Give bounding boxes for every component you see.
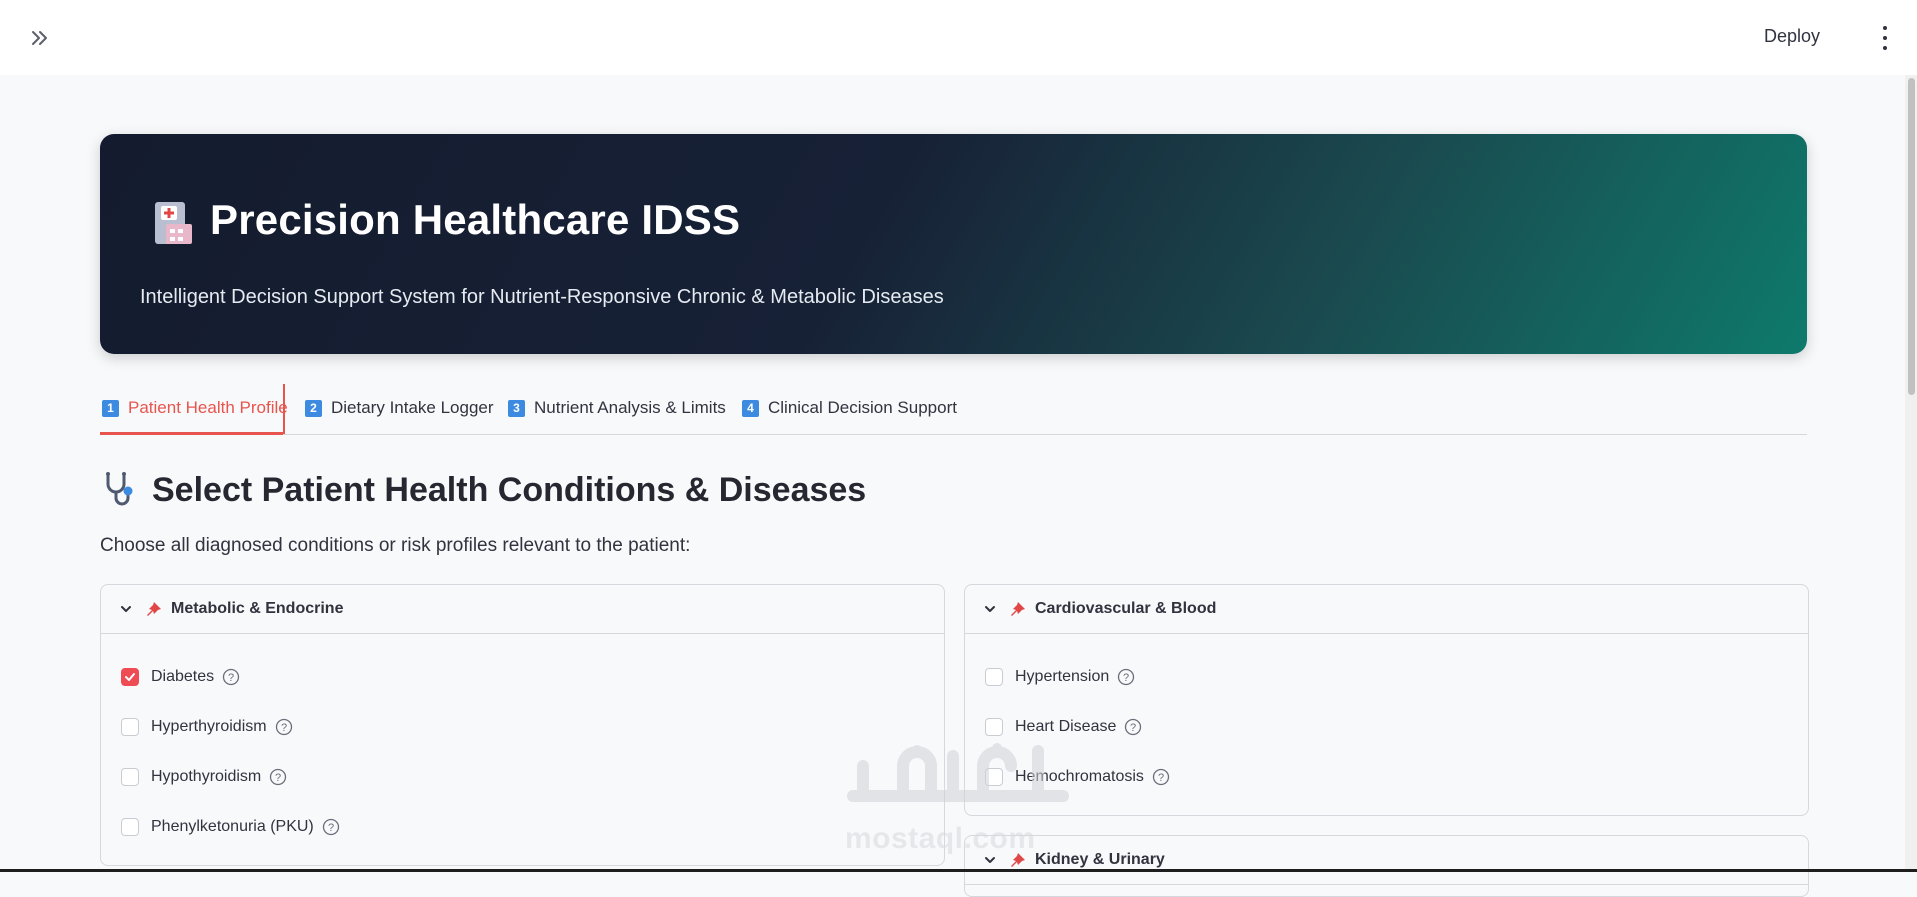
option-label: Phenylketonuria (PKU) bbox=[151, 818, 314, 835]
tab-number-badge: 1 bbox=[102, 399, 119, 417]
svg-text:?: ? bbox=[1158, 772, 1164, 784]
watermark-text: mostaql.com bbox=[845, 822, 1036, 855]
main-menu-kebab-icon[interactable] bbox=[1879, 26, 1891, 50]
tab-number-badge: 3 bbox=[508, 399, 525, 417]
section-description: Choose all diagnosed conditions or risk … bbox=[100, 535, 691, 556]
help-question-icon[interactable]: ? bbox=[269, 768, 287, 786]
tab-number-badge: 4 bbox=[742, 399, 759, 417]
option-hypothyroidism: Hypothyroidism ? bbox=[121, 768, 287, 786]
tab-label: Clinical Decision Support bbox=[768, 398, 957, 417]
tab-label: Dietary Intake Logger bbox=[331, 398, 494, 417]
checkbox-hyperthyroidism[interactable] bbox=[121, 718, 139, 736]
help-question-icon[interactable]: ? bbox=[322, 818, 340, 836]
active-tab-indicator bbox=[100, 432, 283, 435]
help-question-icon[interactable]: ? bbox=[275, 718, 293, 736]
section-title-text: Select Patient Health Conditions & Disea… bbox=[152, 470, 867, 509]
pushpin-icon bbox=[1011, 602, 1025, 616]
svg-text:?: ? bbox=[275, 772, 281, 784]
help-question-icon[interactable]: ? bbox=[222, 668, 240, 686]
panel-cardiovascular-blood: Cardiovascular & Blood Hypertension ? He… bbox=[964, 584, 1809, 816]
option-heart-disease: Heart Disease ? bbox=[985, 718, 1142, 736]
tab-dietary-intake-logger[interactable]: 2 Dietary Intake Logger bbox=[305, 382, 494, 434]
svg-text:?: ? bbox=[281, 722, 287, 734]
option-label: Heart Disease bbox=[1015, 718, 1117, 735]
option-hyperthyroidism: Hyperthyroidism ? bbox=[121, 718, 293, 736]
panel-kidney-urinary: Kidney & Urinary bbox=[964, 835, 1809, 897]
panel-header[interactable]: Cardiovascular & Blood bbox=[965, 585, 1808, 634]
deploy-button[interactable]: Deploy bbox=[1764, 26, 1820, 47]
svg-text:?: ? bbox=[228, 672, 234, 684]
expand-sidebar-button[interactable] bbox=[24, 22, 56, 54]
chevron-down-icon bbox=[985, 606, 995, 612]
option-hypertension: Hypertension ? bbox=[985, 668, 1135, 686]
option-label: Diabetes bbox=[151, 668, 215, 685]
hero-banner: Precision Healthcare IDSS Intelligent De… bbox=[100, 134, 1807, 354]
page-subtitle: Intelligent Decision Support System for … bbox=[140, 286, 944, 308]
svg-text:?: ? bbox=[1123, 672, 1129, 684]
active-tab-focus-edge bbox=[283, 384, 285, 434]
stethoscope-icon bbox=[106, 472, 133, 506]
double-chevron-right-icon bbox=[32, 31, 47, 45]
tab-label: Patient Health Profile bbox=[128, 398, 288, 417]
watermark-logo bbox=[847, 743, 1069, 802]
option-label: Hyperthyroidism bbox=[151, 718, 267, 735]
tab-nutrient-analysis[interactable]: 3 Nutrient Analysis & Limits bbox=[508, 382, 726, 434]
page-scrollbar-thumb[interactable] bbox=[1908, 78, 1915, 395]
help-question-icon[interactable]: ? bbox=[1124, 718, 1142, 736]
checkbox-phenylketonuria[interactable] bbox=[121, 818, 139, 836]
watermark: mostaql.com bbox=[843, 736, 1073, 856]
tab-patient-health-profile[interactable]: 1 Patient Health Profile bbox=[102, 382, 288, 434]
panel-metabolic-endocrine: Metabolic & Endocrine Diabetes ? Hyperth… bbox=[100, 584, 945, 866]
help-question-icon[interactable]: ? bbox=[1117, 668, 1135, 686]
checkbox-hypothyroidism[interactable] bbox=[121, 768, 139, 786]
option-phenylketonuria: Phenylketonuria (PKU) ? bbox=[121, 818, 340, 836]
hospital-icon bbox=[155, 202, 192, 244]
panel-header[interactable]: Metabolic & Endocrine bbox=[101, 585, 944, 634]
panel-title: Cardiovascular & Blood bbox=[1035, 600, 1217, 617]
svg-text:?: ? bbox=[1130, 722, 1136, 734]
section-heading: Select Patient Health Conditions & Disea… bbox=[100, 470, 866, 510]
chevron-down-icon bbox=[121, 606, 131, 612]
pushpin-icon bbox=[147, 602, 161, 616]
panel-header[interactable]: Kidney & Urinary bbox=[965, 836, 1808, 885]
tab-clinical-decision-support[interactable]: 4 Clinical Decision Support bbox=[742, 382, 957, 434]
tab-bar: 1 Patient Health Profile 2 Dietary Intak… bbox=[100, 382, 1807, 435]
option-label: Hypertension bbox=[1015, 668, 1110, 685]
tab-number-badge: 2 bbox=[305, 399, 322, 417]
top-bar: Deploy bbox=[0, 0, 1917, 75]
option-diabetes: Diabetes ? bbox=[121, 668, 240, 686]
option-label: Hypothyroidism bbox=[151, 768, 262, 785]
checkmark-icon bbox=[125, 673, 135, 681]
page-title: Precision Healthcare IDSS bbox=[210, 196, 741, 243]
panel-title: Metabolic & Endocrine bbox=[171, 600, 344, 617]
checkbox-hypertension[interactable] bbox=[985, 668, 1003, 686]
tab-label: Nutrient Analysis & Limits bbox=[534, 398, 726, 417]
checkbox-heart-disease[interactable] bbox=[985, 718, 1003, 736]
help-question-icon[interactable]: ? bbox=[1152, 768, 1170, 786]
checkbox-diabetes[interactable] bbox=[121, 668, 139, 686]
svg-text:?: ? bbox=[328, 822, 334, 834]
